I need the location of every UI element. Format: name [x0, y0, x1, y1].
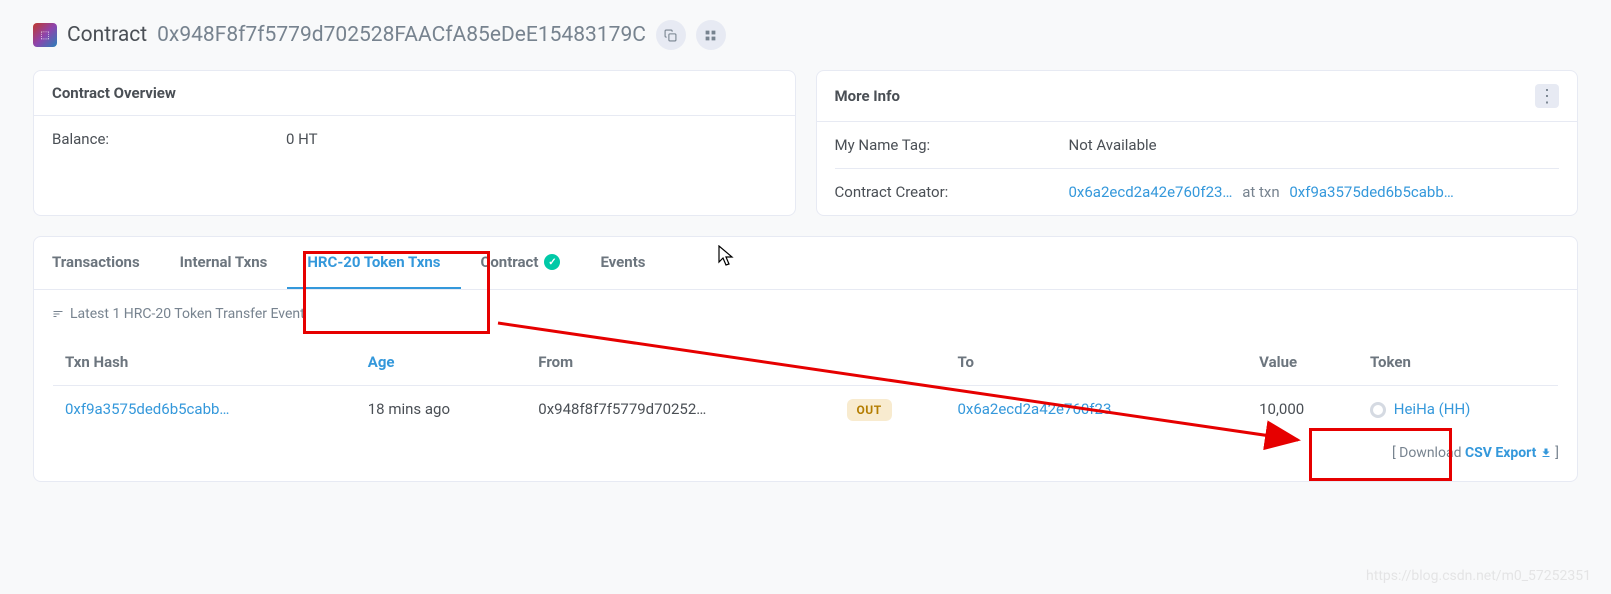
creator-txn-link[interactable]: 0xf9a3575ded6b5cabb… — [1289, 183, 1453, 201]
more-options-button[interactable]: ⋮ — [1535, 84, 1559, 108]
txn-from: 0x948f8f7f5779d70252… — [526, 386, 834, 433]
th-value: Value — [1247, 339, 1358, 386]
at-txn-label: at txn — [1242, 183, 1279, 201]
txn-value: 10,000 — [1247, 386, 1358, 433]
token-link[interactable]: HeiHa (HH) — [1394, 400, 1471, 418]
nametag-label: My Name Tag: — [835, 136, 1069, 154]
txns-table: Txn Hash Age From To Value Token 0xf9a35… — [52, 338, 1559, 433]
txn-to-link[interactable]: 0x6a2ecd2a42e760f23… — [957, 400, 1121, 418]
tabs-card: Transactions Internal Txns HRC-20 Token … — [33, 236, 1578, 482]
direction-badge: OUT — [847, 399, 892, 421]
tab-transactions[interactable]: Transactions — [52, 237, 160, 289]
contract-logo-icon: ⬚ — [33, 23, 57, 47]
qr-icon — [704, 29, 717, 42]
contract-header: ⬚ Contract 0x948F8f7f5779d702528FAACfA85… — [33, 20, 1578, 50]
token-icon — [1370, 402, 1386, 418]
txn-age: 18 mins ago — [356, 386, 527, 433]
tab-events[interactable]: Events — [580, 237, 665, 289]
balance-value: 0 HT — [286, 130, 777, 148]
contract-overview-card: Contract Overview Balance: 0 HT — [33, 70, 796, 216]
qr-button[interactable] — [696, 20, 726, 50]
contract-title: Contract — [67, 23, 147, 47]
tab-contract[interactable]: Contract ✓ — [461, 237, 581, 289]
tabs-nav: Transactions Internal Txns HRC-20 Token … — [34, 237, 1577, 290]
th-txn-hash: Txn Hash — [53, 339, 356, 386]
nametag-value: Not Available — [1069, 136, 1560, 154]
th-direction — [835, 339, 946, 386]
download-row: [ Download CSV Export ] — [52, 445, 1559, 461]
more-info-card: More Info ⋮ My Name Tag: Not Available C… — [816, 70, 1579, 216]
contract-address: 0x948F8f7f5779d702528FAACfA85eDeE1548317… — [157, 23, 646, 47]
copy-button[interactable] — [656, 20, 686, 50]
sort-icon — [52, 308, 64, 320]
summary-text: Latest 1 HRC-20 Token Transfer Event — [52, 306, 1559, 322]
verified-icon: ✓ — [544, 254, 560, 270]
tab-contract-label: Contract — [481, 253, 539, 271]
table-row: 0xf9a3575ded6b5cabb… 18 mins ago 0x948f8… — [53, 386, 1559, 433]
th-from: From — [526, 339, 834, 386]
csv-export-link[interactable]: CSV Export — [1465, 445, 1552, 461]
th-token: Token — [1358, 339, 1558, 386]
copy-icon — [664, 29, 677, 42]
tab-hrc20-token-txns[interactable]: HRC-20 Token Txns — [287, 237, 460, 289]
txn-hash-link[interactable]: 0xf9a3575ded6b5cabb… — [65, 400, 229, 418]
download-icon — [1540, 447, 1552, 459]
moreinfo-title: More Info — [835, 87, 900, 105]
creator-address-link[interactable]: 0x6a2ecd2a42e760f23… — [1069, 183, 1233, 201]
tab-internal-txns[interactable]: Internal Txns — [160, 237, 288, 289]
watermark: https://blog.csdn.net/m0_57252351 — [1366, 568, 1591, 584]
balance-label: Balance: — [52, 130, 286, 148]
creator-label: Contract Creator: — [835, 183, 1069, 201]
th-to: To — [945, 339, 1247, 386]
th-age[interactable]: Age — [356, 339, 527, 386]
overview-title: Contract Overview — [52, 84, 176, 102]
